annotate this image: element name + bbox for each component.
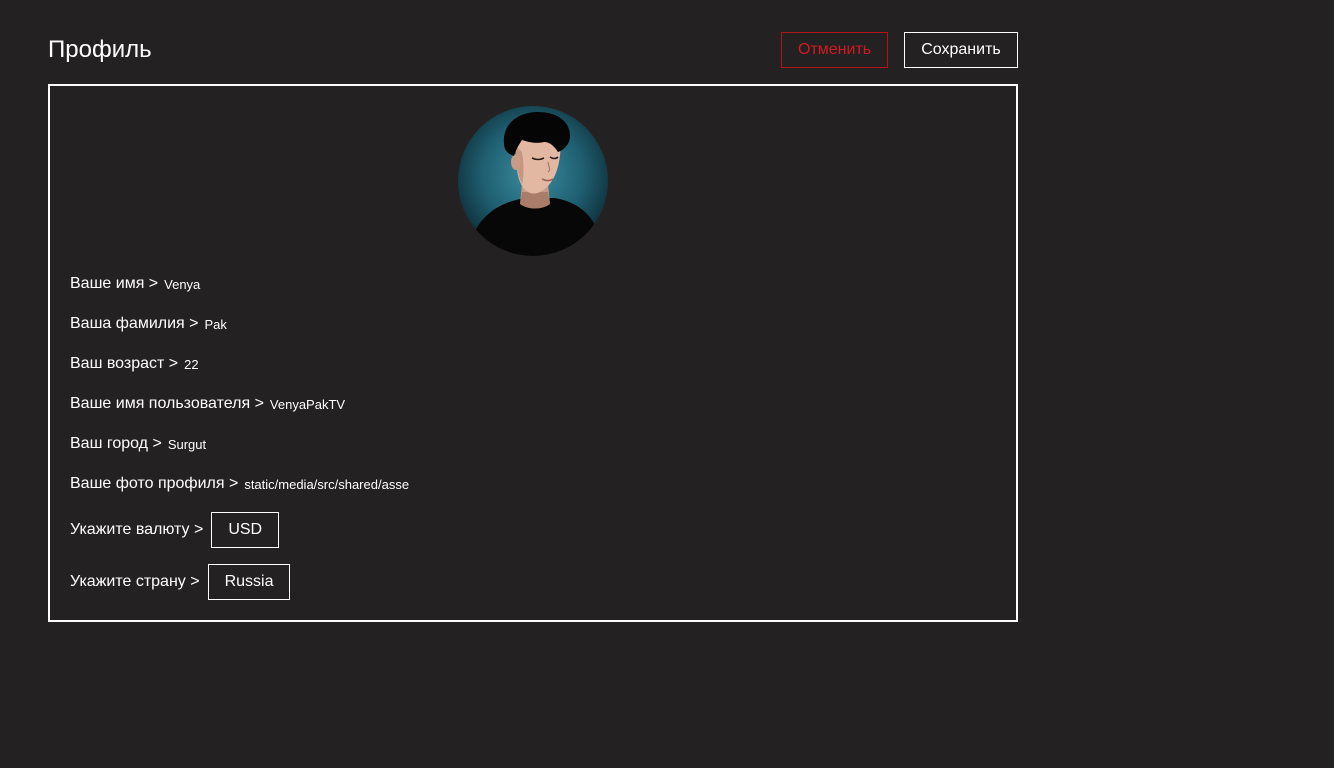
age-value: 22: [184, 356, 199, 372]
field-username: Ваше имя пользователя > VenyaPakTV: [70, 392, 345, 416]
country-row: Укажите страну > Russia: [70, 564, 291, 600]
field-first-name: Ваше имя > Venya: [70, 272, 200, 296]
field-age: Ваш возраст > 22: [70, 352, 199, 376]
last-name-value: Pak: [204, 316, 227, 332]
first-name-value: Venya: [164, 276, 201, 292]
page-header: Профиль Отменить Сохранить: [48, 32, 1018, 68]
username-value: VenyaPakTV: [269, 396, 346, 412]
field-profile-photo: Ваше фото профиля > static/media/src/sha…: [70, 472, 409, 496]
page-title: Профиль: [48, 36, 152, 63]
country-label: Укажите страну >: [70, 573, 200, 590]
country-select[interactable]: Russia: [207, 564, 291, 600]
city-label: Ваш город >: [70, 435, 162, 452]
currency-row: Укажите валюту > USD: [70, 512, 280, 548]
avatar: [458, 106, 608, 256]
field-last-name: Ваша фамилия > Pak: [70, 312, 227, 336]
field-city: Ваш город > Surgut: [70, 432, 206, 456]
city-value: Surgut: [167, 436, 207, 452]
profile-card: Ваше имя > Venya Ваша фамилия > Pak Ваш …: [48, 84, 1018, 622]
profile-photo-value: static/media/src/shared/asse: [244, 476, 410, 492]
save-button[interactable]: Сохранить: [904, 32, 1018, 68]
first-name-label: Ваше имя >: [70, 275, 159, 292]
cancel-button[interactable]: Отменить: [781, 32, 888, 68]
username-label: Ваше имя пользователя >: [70, 395, 264, 412]
currency-label: Укажите валюту >: [70, 521, 204, 538]
currency-select[interactable]: USD: [211, 512, 280, 548]
avatar-illustration: [468, 112, 604, 256]
age-label: Ваш возраст >: [70, 355, 179, 372]
last-name-label: Ваша фамилия >: [70, 315, 199, 332]
profile-photo-label: Ваше фото профиля >: [70, 475, 239, 492]
